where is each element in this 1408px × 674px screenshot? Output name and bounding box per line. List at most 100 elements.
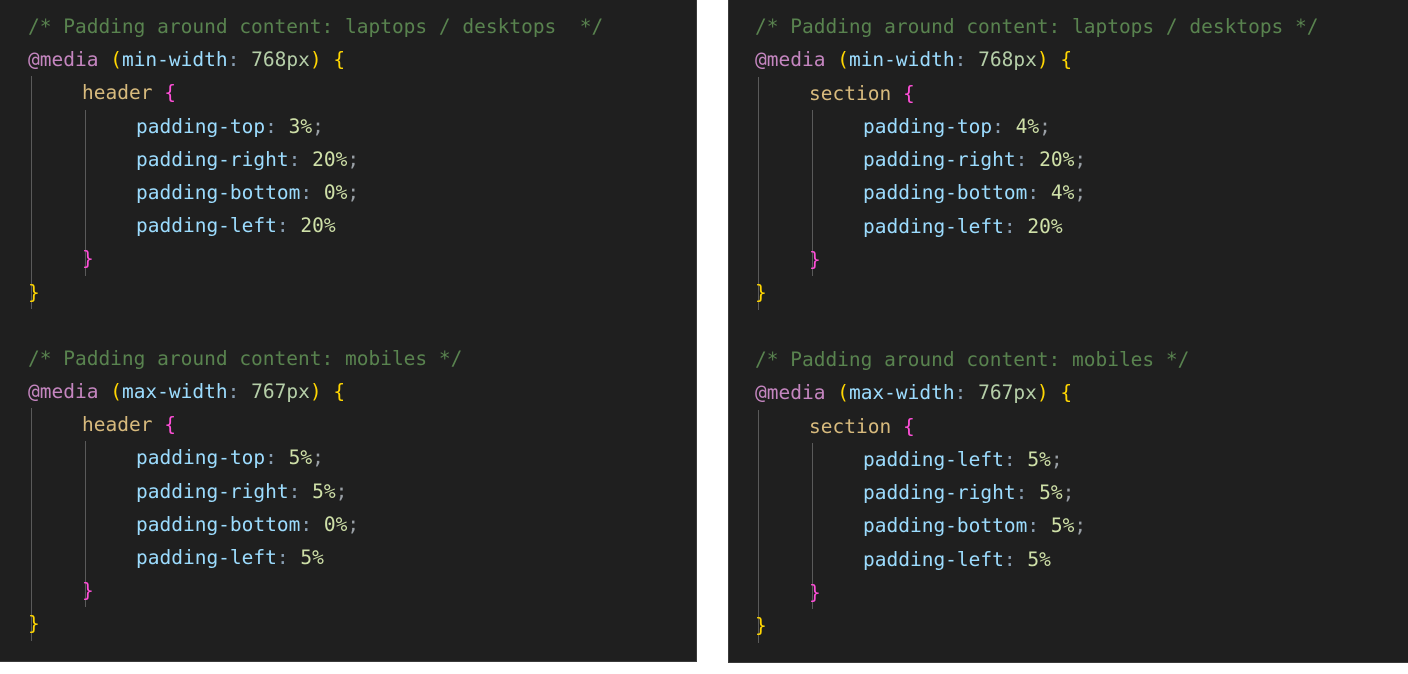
code-line[interactable]: padding-top: 4%; — [729, 109, 1408, 144]
code-token: { — [902, 81, 915, 105]
code-line[interactable]: } — [729, 276, 1408, 310]
code-token: 5% — [1050, 514, 1075, 538]
code-line[interactable]: padding-bottom: 0%; — [0, 507, 696, 541]
code-line[interactable]: @media (min-width: 768px) { — [729, 43, 1408, 76]
code-token: : — [276, 546, 289, 569]
code-line[interactable]: header { — [0, 408, 696, 442]
code-line[interactable]: section { — [729, 409, 1408, 443]
code-line[interactable]: } — [0, 607, 696, 641]
code-line[interactable]: padding-top: 3%; — [0, 109, 696, 143]
code-line[interactable]: } — [729, 243, 1408, 277]
code-body[interactable]: /* Padding around content: laptops / des… — [0, 0, 696, 651]
code-token: { — [1060, 381, 1073, 405]
code-line[interactable]: padding-right: 20%; — [729, 143, 1408, 177]
code-line[interactable]: padding-left: 5%; — [729, 442, 1408, 477]
section-padding-code-panel[interactable]: /* Padding around content: laptops / des… — [728, 0, 1408, 663]
code-token: : — [227, 380, 240, 404]
code-line[interactable]: padding-left: 20% — [729, 209, 1408, 244]
code-line-text: padding-left: 5%; — [837, 443, 1063, 476]
indent-guide — [812, 209, 813, 244]
code-line[interactable]: @media (max-width: 767px) { — [729, 376, 1408, 409]
code-line[interactable]: padding-right: 20%; — [0, 142, 696, 176]
code-line[interactable]: padding-bottom: 0%; — [0, 175, 696, 210]
code-line[interactable]: /* Padding around content: laptops / des… — [0, 10, 696, 43]
code-line[interactable]: /* Padding around content: laptops / des… — [729, 10, 1408, 43]
code-line-text: header { — [54, 408, 176, 441]
indent-guide — [812, 442, 813, 477]
code-line[interactable]: padding-bottom: 5%; — [729, 509, 1408, 543]
header-padding-code-panel[interactable]: /* Padding around content: laptops / des… — [0, 0, 697, 662]
code-body[interactable]: /* Padding around content: laptops / des… — [729, 0, 1408, 653]
code-line-text: padding-top: 4%; — [837, 110, 1051, 143]
code-token: section — [809, 414, 892, 438]
code-token: padding-bottom — [863, 181, 1028, 205]
indent-guide — [31, 175, 32, 210]
code-line[interactable]: /* Padding around content: mobiles */ — [729, 343, 1408, 376]
code-line[interactable]: /* Padding around content: mobiles */ — [0, 342, 696, 375]
code-token: 768px — [978, 48, 1037, 72]
code-token: : — [1003, 214, 1016, 238]
code-token: padding-bottom — [136, 512, 301, 536]
code-token: padding-right — [136, 479, 289, 503]
indent-guide — [31, 142, 32, 176]
code-token: padding-left — [136, 546, 277, 569]
code-line[interactable]: } — [0, 574, 696, 608]
code-token: @media — [755, 381, 826, 405]
code-token: max-width — [848, 381, 955, 405]
code-token: 0% — [323, 180, 348, 204]
code-token: 4% — [1015, 114, 1040, 138]
code-token: ; — [1050, 447, 1063, 471]
code-token: { — [164, 81, 176, 105]
code-token: padding-bottom — [863, 514, 1028, 538]
code-line[interactable] — [729, 310, 1408, 343]
indent-guide — [812, 109, 813, 144]
code-line[interactable]: } — [0, 275, 696, 309]
code-line[interactable]: padding-right: 5%; — [729, 476, 1408, 510]
code-line[interactable]: padding-left: 5% — [0, 541, 696, 575]
code-token: min-width — [848, 48, 955, 72]
code-line[interactable]: } — [729, 576, 1408, 610]
code-line-text: padding-bottom: 0%; — [108, 176, 359, 209]
code-line[interactable]: section { — [729, 76, 1408, 110]
code-line[interactable]: padding-right: 5%; — [0, 474, 696, 508]
code-token: } — [755, 614, 767, 638]
code-token: section — [809, 81, 892, 105]
code-line[interactable]: padding-top: 5%; — [0, 441, 696, 475]
code-line[interactable]: padding-bottom: 4%; — [729, 176, 1408, 210]
code-line-text: padding-bottom: 4%; — [837, 176, 1086, 209]
code-token: { — [333, 380, 346, 404]
code-token: ) — [1036, 48, 1049, 72]
code-line[interactable]: @media (min-width: 768px) { — [0, 43, 696, 76]
code-token: ; — [1074, 181, 1087, 205]
code-line[interactable]: padding-left: 5% — [729, 542, 1408, 577]
code-line[interactable]: padding-left: 20% — [0, 209, 696, 243]
code-line[interactable] — [0, 309, 696, 342]
code-line-text: padding-right: 5%; — [108, 475, 347, 508]
code-token: ) — [1036, 381, 1049, 405]
code-token: : — [265, 114, 277, 138]
code-token: @media — [28, 380, 99, 404]
code-line[interactable]: } — [0, 242, 696, 276]
code-token: 5% — [312, 479, 336, 503]
indent-guide — [758, 209, 759, 244]
code-token: 5% — [1027, 547, 1051, 571]
code-line[interactable]: header { — [0, 76, 696, 110]
code-token: : — [992, 114, 1004, 138]
code-token: ( — [837, 381, 849, 405]
indent-guide — [85, 209, 86, 243]
code-token: ; — [312, 446, 324, 470]
code-line[interactable]: @media (max-width: 767px) { — [0, 375, 696, 408]
indent-guide — [85, 175, 86, 210]
code-token: ( — [110, 380, 122, 404]
code-line-text: } — [783, 576, 821, 609]
code-line[interactable]: } — [729, 609, 1408, 643]
code-token: @media — [755, 48, 826, 72]
